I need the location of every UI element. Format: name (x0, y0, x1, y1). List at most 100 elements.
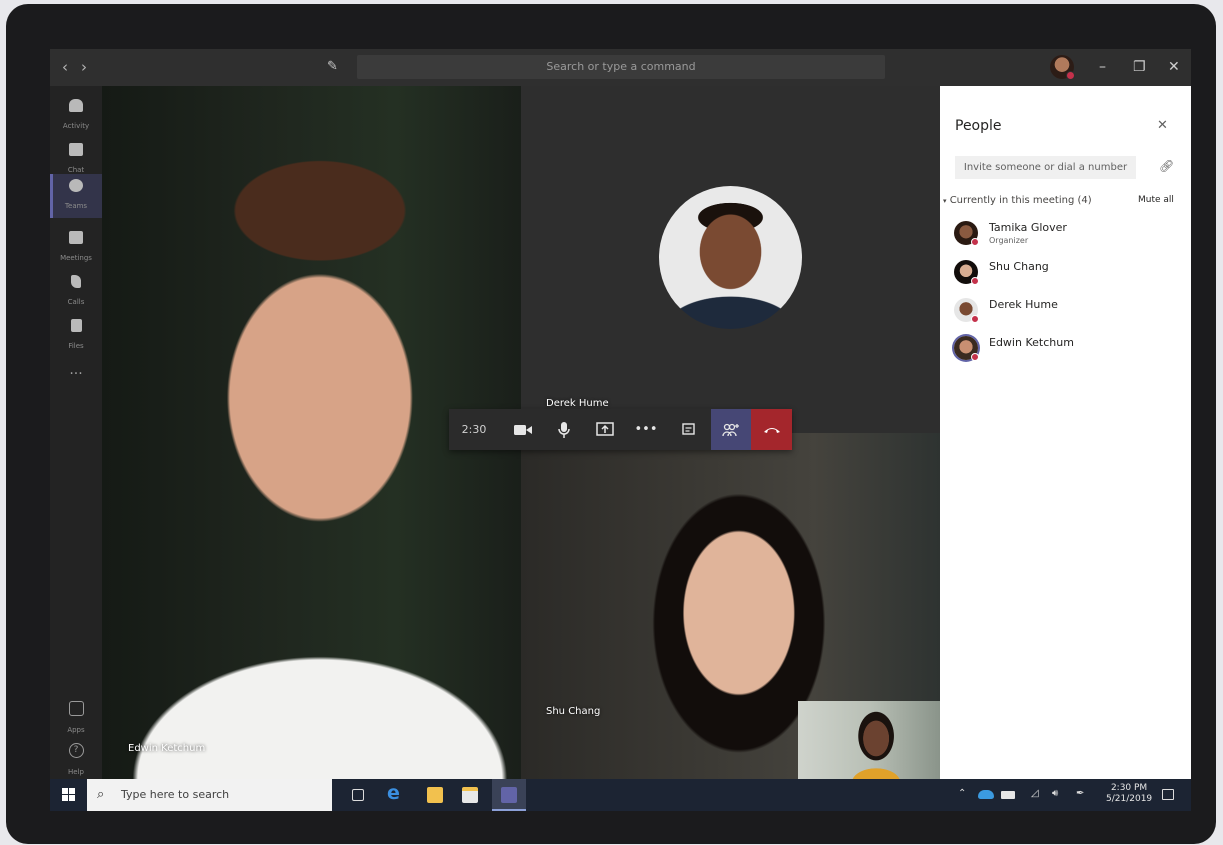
compose-icon[interactable]: ✎ (327, 59, 338, 74)
title-bar: ‹ › ✎ Search or type a command – ❐ ✕ (50, 49, 1191, 86)
participant-name-label: Edwin Ketchum (128, 743, 206, 754)
teams-app-icon (501, 787, 517, 803)
app-bar: Activity Chat Teams Meetings Calls Files (50, 86, 102, 779)
panel-title: People (955, 118, 1002, 134)
hangup-icon (763, 427, 780, 433)
close-panel-icon[interactable]: ✕ (1157, 118, 1168, 133)
windows-start-icon[interactable] (62, 788, 75, 801)
more-apps-button[interactable]: ··· (50, 366, 102, 382)
chat-icon (69, 143, 83, 156)
participant-item[interactable]: Derek Hume (954, 298, 1184, 330)
rail-item-files[interactable]: Files (50, 314, 102, 358)
mute-all-button[interactable]: Mute all (1138, 195, 1174, 205)
apps-icon (68, 701, 84, 716)
maximize-button[interactable]: ❐ (1133, 59, 1146, 75)
rail-item-teams[interactable]: Teams (50, 174, 102, 218)
windows-taskbar: ⌕ Type here to search e ⌃ ◿ 🔊︎ ✒︎ 2:30 P… (50, 779, 1191, 811)
hang-up-button[interactable] (751, 409, 792, 450)
participant-name-label: Derek Hume (546, 398, 609, 409)
section-label: Currently in this meeting (4) (949, 195, 1092, 206)
rail-item-label: Activity (62, 122, 90, 130)
apps-label: Apps (67, 726, 85, 734)
meeting-section-header[interactable]: ▾ Currently in this meeting (4) (943, 195, 1092, 206)
add-people-icon (722, 423, 739, 436)
call-duration: 2:30 (461, 423, 487, 436)
teams-icon (69, 179, 83, 192)
help-label: Help (68, 768, 84, 776)
mic-icon (558, 421, 570, 438)
avatar (954, 336, 979, 361)
self-view-preview[interactable] (798, 701, 940, 779)
close-button[interactable]: ✕ (1168, 59, 1180, 75)
battery-icon[interactable] (1001, 791, 1015, 799)
call-controls: 2:30 ••• (449, 409, 792, 450)
rail-item-label: Chat (67, 166, 85, 174)
participant-name: Edwin Ketchum (989, 336, 1074, 349)
participant-name-label: Shu Chang (546, 706, 601, 717)
calendar-icon (69, 231, 83, 244)
participant-name: Tamika Glover (989, 221, 1067, 234)
file-icon (70, 319, 82, 332)
search-icon: ⌕ (97, 787, 105, 802)
show-conversation-button[interactable] (671, 409, 705, 450)
share-screen-icon (596, 422, 614, 436)
share-link-icon[interactable]: 🔗︎ (1159, 159, 1174, 173)
participant-item[interactable]: Shu Chang (954, 260, 1184, 292)
rail-item-label: Calls (67, 298, 85, 306)
help-button[interactable]: ? Help (50, 743, 102, 778)
chat-icon (681, 422, 695, 435)
presence-busy-icon (1066, 71, 1075, 80)
volume-icon[interactable]: 🔊︎ (1052, 788, 1058, 799)
phone-icon (71, 275, 81, 288)
chevron-down-icon: ▾ (943, 197, 947, 205)
camera-button[interactable] (505, 409, 541, 450)
minimize-button[interactable]: – (1099, 59, 1106, 75)
task-view-icon[interactable] (352, 789, 364, 801)
rail-item-label: Meetings (60, 254, 92, 262)
onedrive-icon[interactable] (978, 790, 994, 799)
presence-busy-icon (971, 315, 979, 323)
file-explorer-icon[interactable] (427, 787, 443, 803)
people-panel: People ✕ Invite someone or dial a number… (940, 86, 1191, 779)
taskbar-search-input[interactable]: ⌕ Type here to search (87, 779, 332, 811)
video-tile-secondary: Shu Chang (521, 433, 940, 779)
show-participants-button[interactable] (711, 409, 751, 450)
rail-item-calls[interactable]: Calls (50, 270, 102, 314)
edge-browser-icon[interactable]: e (387, 782, 403, 804)
mic-button[interactable] (547, 409, 581, 450)
participant-item[interactable]: Tamika Glover Organizer (954, 221, 1184, 253)
more-options-button[interactable]: ••• (629, 409, 663, 450)
notifications-icon[interactable] (1162, 789, 1174, 800)
wifi-icon[interactable]: ◿ (1031, 788, 1039, 799)
share-button[interactable] (587, 409, 623, 450)
system-clock[interactable]: 2:30 PM 5/21/2019 (1106, 783, 1152, 805)
pen-icon[interactable]: ✒︎ (1076, 788, 1084, 799)
clock-time: 2:30 PM (1110, 783, 1148, 793)
store-icon[interactable] (462, 787, 478, 803)
teams-taskbar-button[interactable] (492, 779, 526, 811)
teams-window: ‹ › ✎ Search or type a command – ❐ ✕ Act… (50, 49, 1191, 811)
more-icon: ••• (634, 422, 658, 437)
presence-busy-icon (971, 238, 979, 246)
participant-name: Shu Chang (989, 260, 1049, 273)
avatar (954, 221, 979, 246)
camera-icon (514, 424, 532, 435)
rail-item-label: Files (68, 342, 84, 350)
command-search-input[interactable]: Search or type a command (357, 55, 885, 79)
taskbar-search-placeholder: Type here to search (121, 788, 230, 801)
participant-avatar (659, 186, 802, 329)
apps-button[interactable]: Apps (50, 701, 102, 736)
participant-role: Organizer (989, 236, 1029, 245)
profile-avatar[interactable] (1050, 55, 1075, 80)
avatar (954, 298, 979, 323)
presence-busy-icon (971, 277, 979, 285)
tablet-frame: ‹ › ✎ Search or type a command – ❐ ✕ Act… (6, 4, 1216, 844)
presence-busy-icon (971, 353, 979, 361)
invite-input[interactable]: Invite someone or dial a number (955, 156, 1136, 179)
participant-item[interactable]: Edwin Ketchum (954, 336, 1184, 368)
back-icon[interactable]: ‹ (62, 58, 68, 76)
show-hidden-icons-icon[interactable]: ⌃ (958, 788, 966, 799)
rail-item-activity[interactable]: Activity (50, 94, 102, 138)
rail-item-meetings[interactable]: Meetings (50, 226, 102, 270)
forward-icon[interactable]: › (81, 58, 87, 76)
